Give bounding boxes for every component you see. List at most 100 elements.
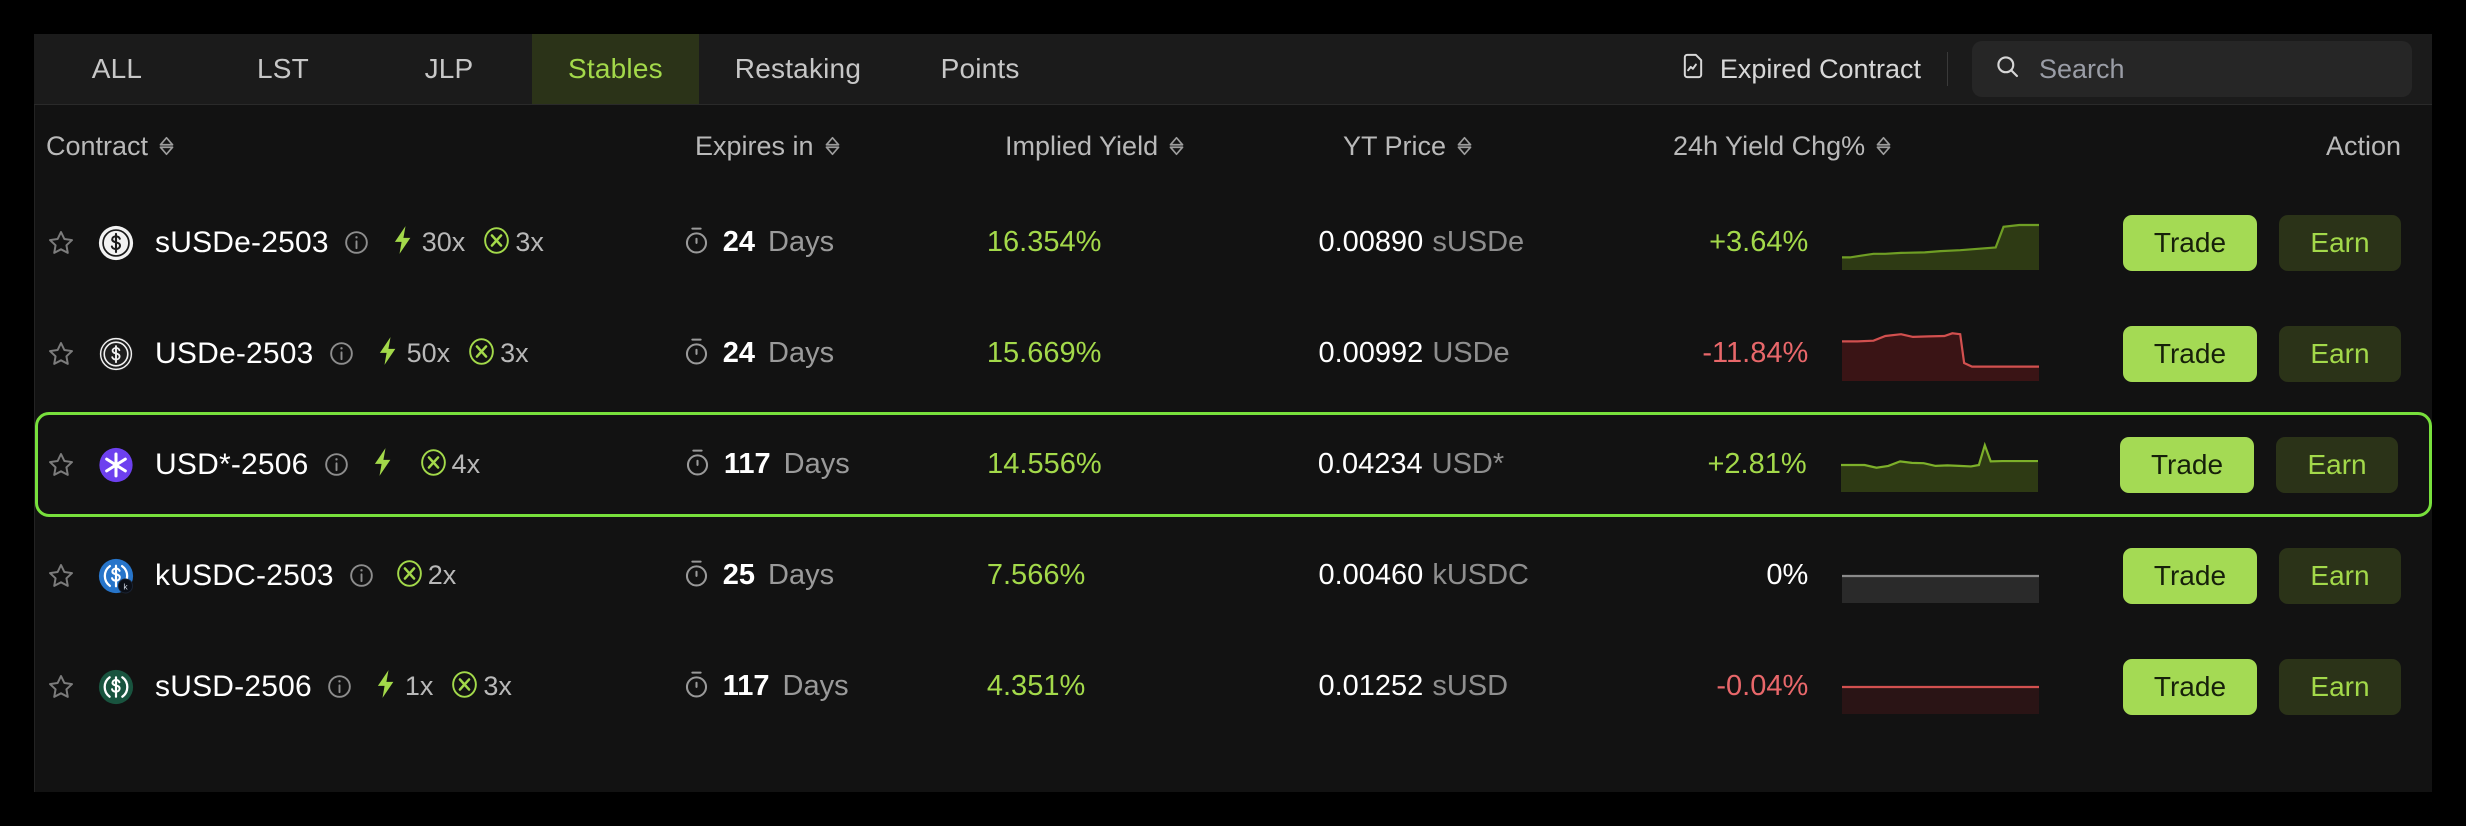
usde-dark-coin-icon xyxy=(97,335,135,373)
yt-price-symbol: sUSDe xyxy=(1432,226,1524,258)
chg-value: 0% xyxy=(1642,559,1842,592)
cell-contract: sUSDe-2503 30x 3x xyxy=(35,224,683,262)
tab-all[interactable]: ALL xyxy=(34,34,200,104)
info-icon[interactable] xyxy=(323,451,350,478)
cell-24h-chg: -11.84% xyxy=(1642,327,2123,381)
x-multiplier: 4x xyxy=(452,449,481,480)
info-icon[interactable] xyxy=(326,673,353,700)
table-row[interactable]: sUSD-2506 1x 3x xyxy=(35,631,2432,742)
implied-yield-value: 15.669% xyxy=(987,337,1102,369)
favorite-star-icon[interactable] xyxy=(46,672,76,702)
favorite-star-icon[interactable] xyxy=(46,450,76,480)
usd-star-purple-icon xyxy=(97,446,135,484)
sort-chevron-icon xyxy=(1875,135,1892,157)
kusdc-blue-coin-icon: k xyxy=(97,557,135,595)
tab-label: Points xyxy=(941,53,1020,85)
document-chart-icon xyxy=(1679,52,1707,87)
sort-chevron-icon xyxy=(1168,135,1185,157)
favorite-star-icon[interactable] xyxy=(46,228,76,258)
earn-button[interactable]: Earn xyxy=(2279,215,2401,271)
filter-tabbar: ALL LST JLP Stables Restaking Points Exp… xyxy=(34,34,2432,105)
yt-price-symbol: kUSDC xyxy=(1432,559,1529,591)
sort-implied-yield[interactable]: Implied Yield xyxy=(1005,131,1343,162)
expires-unit: Days xyxy=(768,337,834,370)
lightning-icon xyxy=(390,225,415,260)
favorite-star-icon[interactable] xyxy=(46,561,76,591)
x-multiplier: 2x xyxy=(428,560,457,591)
expires-value: 117 xyxy=(723,670,770,703)
sort-chevron-icon xyxy=(1456,135,1473,157)
expires-unit: Days xyxy=(768,226,834,259)
table-row-selected[interactable]: USD*-2506 4x xyxy=(35,412,2432,517)
cell-contract: k kUSDC-2503 2x xyxy=(35,557,683,595)
header-label: 24h Yield Chg% xyxy=(1673,131,1865,162)
tab-label: Stables xyxy=(568,53,663,85)
sparkline-chart xyxy=(1842,660,2039,714)
earn-button[interactable]: Earn xyxy=(2279,659,2401,715)
app-root: ALL LST JLP Stables Restaking Points Exp… xyxy=(0,0,2466,826)
yt-price-value: 0.00460 xyxy=(1318,559,1423,591)
info-icon[interactable] xyxy=(348,562,375,589)
svg-text:k: k xyxy=(123,581,128,591)
cell-implied-yield: 15.669% xyxy=(987,337,1319,370)
x-multiplier-badge: 3x xyxy=(450,670,512,704)
trade-button[interactable]: Trade xyxy=(2123,548,2257,604)
header-label: Contract xyxy=(46,131,148,162)
sort-contract[interactable]: Contract xyxy=(46,131,695,162)
cell-contract: sUSD-2506 1x 3x xyxy=(35,668,683,706)
tab-stables[interactable]: Stables xyxy=(532,34,699,104)
sparkline-chart xyxy=(1842,549,2039,603)
header-label-action: Action xyxy=(2326,131,2401,162)
earn-button[interactable]: Earn xyxy=(2276,437,2398,493)
sort-chevron-icon xyxy=(158,135,175,157)
chg-value: +2.81% xyxy=(1641,448,1841,481)
cell-24h-chg: 0% xyxy=(1642,549,2123,603)
tab-points[interactable]: Points xyxy=(897,34,1063,104)
sort-yt-price[interactable]: YT Price xyxy=(1343,131,1673,162)
header-cell-contract: Contract xyxy=(35,131,695,162)
x-multiplier: 3x xyxy=(515,227,544,258)
contracts-table: Contract Expires in Implied Yield xyxy=(34,105,2432,792)
implied-yield-value: 7.566% xyxy=(987,559,1085,591)
tab-jlp[interactable]: JLP xyxy=(366,34,532,104)
earn-button[interactable]: Earn xyxy=(2279,326,2401,382)
circled-x-icon xyxy=(482,226,511,260)
cell-implied-yield: 14.556% xyxy=(987,448,1318,481)
cell-action: Trade Earn xyxy=(2123,215,2432,271)
cell-contract: USDe-2503 50x 3x xyxy=(35,335,683,373)
cell-expires: 117 Days xyxy=(684,448,987,482)
table-row[interactable]: k kUSDC-2503 2x xyxy=(35,520,2432,631)
header-label: Expires in xyxy=(695,131,814,162)
trade-button[interactable]: Trade xyxy=(2123,326,2257,382)
table-row[interactable]: sUSDe-2503 30x 3x xyxy=(35,187,2432,298)
chg-value: +3.64% xyxy=(1642,226,1842,259)
expires-value: 24 xyxy=(723,226,755,259)
header-cell-expires: Expires in xyxy=(695,131,1005,162)
stopwatch-icon xyxy=(683,226,710,260)
expired-contract-toggle[interactable]: Expired Contract xyxy=(1679,34,1947,104)
favorite-star-icon[interactable] xyxy=(46,339,76,369)
cell-expires: 25 Days xyxy=(683,559,987,593)
table-row[interactable]: USDe-2503 50x 3x xyxy=(35,298,2432,409)
search-input[interactable]: Search xyxy=(1972,41,2412,97)
header-label: Implied Yield xyxy=(1005,131,1158,162)
lightning-icon xyxy=(373,669,398,704)
sort-expires[interactable]: Expires in xyxy=(695,131,1005,162)
boost-multiplier: 50x xyxy=(407,338,451,369)
tabbar-spacer xyxy=(1063,34,1679,104)
stopwatch-icon xyxy=(684,448,711,482)
lightning-icon xyxy=(370,447,395,482)
trade-button[interactable]: Trade xyxy=(2123,215,2257,271)
expired-contract-label: Expired Contract xyxy=(1720,54,1921,85)
tab-restaking[interactable]: Restaking xyxy=(699,34,897,104)
tab-lst[interactable]: LST xyxy=(200,34,366,104)
trade-button[interactable]: Trade xyxy=(2123,659,2257,715)
trade-button[interactable]: Trade xyxy=(2120,437,2254,493)
header-cell-yt-price: YT Price xyxy=(1343,131,1673,162)
sort-24h-chg[interactable]: 24h Yield Chg% xyxy=(1673,131,2163,162)
x-multiplier-badge: 3x xyxy=(482,226,544,260)
earn-button[interactable]: Earn xyxy=(2279,548,2401,604)
info-icon[interactable] xyxy=(343,229,370,256)
info-icon[interactable] xyxy=(328,340,355,367)
contract-name: USD*-2506 xyxy=(155,448,309,482)
